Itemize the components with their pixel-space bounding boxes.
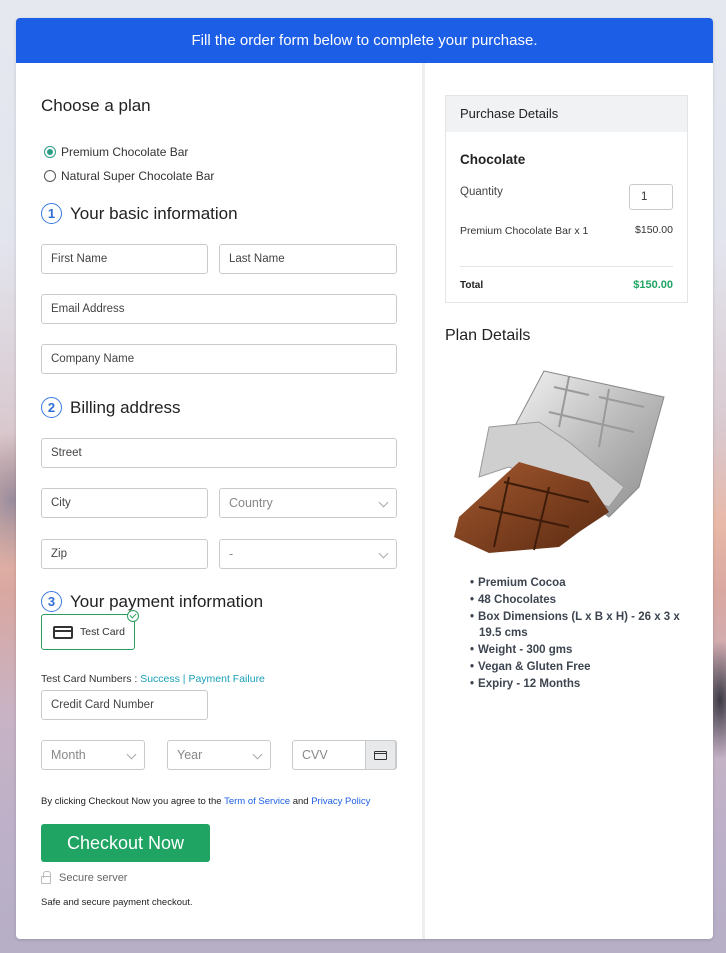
step-number: 2	[41, 397, 62, 418]
banner: Fill the order form below to complete yo…	[16, 18, 713, 63]
credit-card-icon	[53, 625, 73, 639]
test-numbers-label: Test Card Numbers :	[41, 673, 141, 685]
payment-method-label: Test Card	[80, 626, 125, 638]
line-item-price: $150.00	[635, 224, 673, 236]
step-number: 1	[41, 203, 62, 224]
city-field[interactable]: City	[41, 488, 208, 518]
chocolate-bar-image	[454, 370, 665, 553]
plan-heading: Choose a plan	[41, 96, 151, 115]
chevron-down-icon	[252, 749, 263, 760]
checkout-button[interactable]: Checkout Now	[41, 824, 210, 862]
state-value: -	[229, 547, 234, 561]
state-select[interactable]: -	[219, 539, 397, 569]
line-item-name: Premium Chocolate Bar x 1	[460, 225, 589, 237]
billing-heading: 2 Billing address	[41, 397, 181, 418]
section-title: Your payment information	[70, 591, 264, 611]
terms-link[interactable]: Term of Service	[224, 796, 290, 807]
chevron-down-icon	[126, 749, 137, 760]
plan-details-heading: Plan Details	[445, 327, 531, 344]
secure-server: Secure server	[41, 871, 128, 884]
cvv-placeholder: CVV	[302, 748, 328, 762]
test-card-option[interactable]: Test Card	[41, 610, 139, 650]
feature-item: Vegan & Gluten Free	[470, 659, 690, 676]
purchase-details-box: Purchase Details Chocolate Quantity 1 Pr…	[445, 95, 688, 303]
test-card-numbers: Test Card Numbers : Success | Payment Fa…	[41, 673, 265, 685]
order-form-card: Fill the order form below to complete yo…	[16, 18, 713, 939]
lock-icon	[41, 871, 51, 884]
separator	[460, 266, 673, 267]
agreement-prefix: By clicking Checkout Now you agree to th…	[41, 796, 225, 807]
form-column: Choose a plan Premium Chocolate Bar Natu…	[16, 63, 422, 939]
feature-item: Weight - 300 gms	[470, 642, 690, 659]
feature-item: Premium Cocoa	[470, 575, 690, 592]
plan-option-label: Premium Chocolate Bar	[61, 145, 189, 159]
last-name-field[interactable]: Last Name	[219, 244, 397, 274]
secure-label: Secure server	[59, 872, 128, 884]
month-value: Month	[51, 748, 86, 762]
feature-item: Expiry - 12 Months	[470, 676, 690, 693]
radio-selected[interactable]	[44, 146, 56, 158]
country-value: Country	[229, 496, 273, 510]
quantity-input[interactable]: 1	[629, 184, 673, 210]
email-field[interactable]: Email Address	[41, 294, 397, 324]
agreement-text: By clicking Checkout Now you agree to th…	[41, 796, 370, 807]
card-number-field[interactable]: Credit Card Number	[41, 690, 208, 720]
feature-item: 48 Chocolates	[470, 592, 690, 609]
privacy-link[interactable]: Privacy Policy	[311, 796, 370, 807]
feature-item: Box Dimensions (L x B x H) - 26 x 3 x 19…	[470, 609, 690, 643]
payment-heading: 3 Your payment information	[41, 591, 263, 612]
product-name: Chocolate	[460, 152, 526, 167]
cvv-field[interactable]: CVV	[292, 740, 397, 770]
year-value: Year	[177, 748, 203, 762]
plan-features-list: Premium Cocoa 48 Chocolates Box Dimensio…	[470, 575, 690, 693]
chevron-down-icon	[378, 497, 389, 508]
section-title: Billing address	[70, 397, 181, 417]
basic-info-heading: 1 Your basic information	[41, 203, 238, 224]
month-select[interactable]: Month	[41, 740, 145, 770]
first-name-field[interactable]: First Name	[41, 244, 208, 274]
summary-column: Purchase Details Chocolate Quantity 1 Pr…	[425, 63, 713, 939]
quantity-label: Quantity	[460, 186, 503, 198]
total-label: Total	[460, 280, 484, 291]
step-number: 3	[41, 591, 62, 612]
plan-option-premium[interactable]: Premium Chocolate Bar	[44, 145, 188, 159]
year-select[interactable]: Year	[167, 740, 271, 770]
company-field[interactable]: Company Name	[41, 344, 397, 374]
chevron-down-icon	[378, 548, 389, 559]
street-field[interactable]: Street	[41, 438, 397, 468]
check-circle-icon	[127, 610, 139, 622]
radio-unselected[interactable]	[44, 170, 56, 182]
agreement-and: and	[290, 796, 312, 807]
section-title: Your basic information	[70, 203, 238, 223]
payment-failure-link[interactable]: Payment Failure	[188, 673, 264, 685]
country-select[interactable]: Country	[219, 488, 397, 518]
purchase-details-heading: Purchase Details	[446, 96, 687, 132]
safe-checkout-text: Safe and secure payment checkout.	[41, 897, 193, 908]
plan-option-label: Natural Super Chocolate Bar	[61, 169, 215, 183]
plan-option-natural[interactable]: Natural Super Chocolate Bar	[44, 169, 214, 183]
zip-field[interactable]: Zip	[41, 539, 208, 569]
success-link[interactable]: Success	[140, 673, 180, 685]
total-value: $150.00	[633, 279, 673, 291]
credit-card-icon	[374, 750, 387, 760]
cvv-card-button[interactable]	[365, 740, 396, 770]
